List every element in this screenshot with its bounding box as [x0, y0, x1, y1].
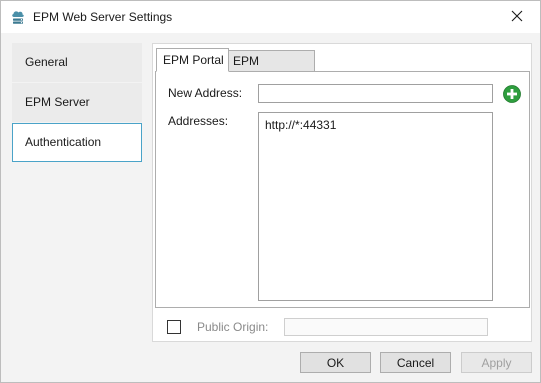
- addresses-list[interactable]: http://*:44331: [258, 112, 493, 301]
- settings-window: EPM Web Server Settings General EPM Serv…: [0, 0, 541, 383]
- tab-content: New Address: Addresses: http://*:44331: [155, 71, 530, 308]
- apply-button[interactable]: Apply: [461, 352, 532, 373]
- nav-item-epm-server[interactable]: EPM Server: [12, 83, 142, 122]
- settings-nav: General EPM Server Authentication: [12, 43, 142, 163]
- close-button[interactable]: [494, 1, 540, 33]
- add-address-button[interactable]: [503, 85, 521, 103]
- tab-epm-portal[interactable]: EPM Portal: [156, 48, 229, 72]
- tab-epm-processor[interactable]: EPM Processor: [229, 50, 315, 88]
- nav-item-general[interactable]: General: [12, 43, 142, 82]
- cloud-server-icon: [10, 9, 26, 25]
- add-circle-icon: [503, 85, 521, 103]
- ok-button[interactable]: OK: [300, 352, 371, 373]
- authentication-panel: EPM Portal EPM Processor New Address: Ad…: [152, 43, 532, 342]
- addresses-label: Addresses:: [168, 114, 229, 128]
- window-title: EPM Web Server Settings: [33, 10, 173, 24]
- new-address-input[interactable]: [258, 84, 493, 103]
- cancel-button[interactable]: Cancel: [380, 352, 451, 373]
- list-item[interactable]: http://*:44331: [265, 118, 486, 132]
- new-address-label: New Address:: [168, 86, 243, 100]
- nav-item-authentication[interactable]: Authentication: [12, 123, 142, 162]
- public-origin-checkbox[interactable]: [167, 320, 181, 334]
- public-origin-input[interactable]: [284, 318, 488, 336]
- close-icon: [511, 10, 523, 25]
- title-bar: EPM Web Server Settings: [1, 1, 540, 33]
- public-origin-row: Public Origin:: [153, 316, 533, 338]
- public-origin-label: Public Origin:: [197, 320, 269, 334]
